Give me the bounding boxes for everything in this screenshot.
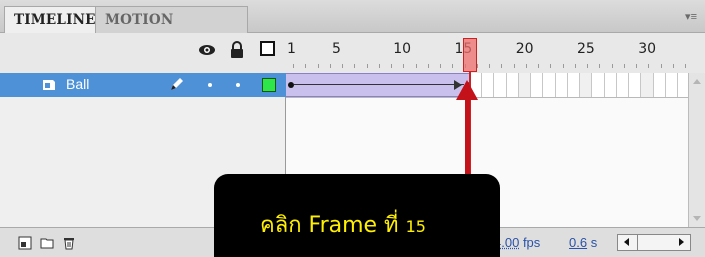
timeline-header: 151015202530 — [0, 33, 705, 73]
motion-tween-span[interactable] — [286, 73, 469, 97]
callout-number: 15 — [405, 217, 426, 236]
outline-icon[interactable] — [260, 41, 275, 56]
instruction-callout: คลิก Frame ที่ 15 — [214, 174, 500, 257]
lock-dot[interactable] — [236, 83, 240, 87]
frame-tick — [329, 64, 331, 68]
callout-arrow-icon — [456, 80, 478, 100]
tab-timeline[interactable]: TIMELINE — [4, 6, 96, 33]
elapsed-time: 0.6 s — [569, 235, 597, 250]
tab-motion-editor[interactable]: MOTION EDITOR — [96, 6, 248, 54]
frame-tick — [587, 64, 588, 68]
callout-label: คลิก Frame ที่ — [260, 213, 399, 238]
frame-cell[interactable] — [517, 73, 530, 97]
frame-tick — [599, 64, 601, 68]
lock-icon[interactable] — [228, 41, 246, 59]
frame-rate[interactable]: 4.00 fps — [494, 235, 540, 250]
frame-number-1: 1 — [287, 41, 296, 57]
frame-cell[interactable] — [579, 73, 592, 97]
frame-tick — [611, 64, 613, 68]
callout-text: คลิก Frame ที่ 15 — [260, 207, 426, 242]
frame-cell[interactable] — [481, 73, 494, 97]
frame-number-10: 10 — [393, 41, 412, 57]
frame-tick — [513, 64, 515, 68]
frame-number-30: 30 — [638, 41, 657, 57]
frame-tick — [574, 64, 576, 68]
frame-tick — [636, 64, 637, 68]
layer-name: Ball — [66, 76, 90, 92]
frame-cell[interactable] — [554, 73, 567, 97]
frame-cell[interactable] — [542, 73, 555, 97]
frame-number-25: 25 — [577, 41, 595, 57]
layer-row-ball[interactable]: Ball — [0, 73, 286, 97]
keyframe-start[interactable] — [288, 82, 294, 88]
eye-icon[interactable] — [198, 41, 216, 59]
frame-tick — [293, 64, 294, 68]
frame-cell[interactable] — [640, 73, 653, 97]
frame-tick — [391, 64, 392, 68]
frame-tick — [660, 64, 662, 68]
frame-cell[interactable] — [628, 73, 641, 97]
pencil-icon — [171, 78, 183, 90]
panel-menu-icon[interactable]: ▾≡ — [685, 10, 697, 23]
frame-tick — [378, 64, 380, 68]
frame-tick — [623, 64, 625, 68]
frame-cell[interactable] — [664, 73, 677, 97]
frame-tick — [452, 64, 454, 68]
scroll-separator — [637, 235, 638, 250]
frame-cell[interactable] — [591, 73, 604, 97]
frame-tick — [538, 64, 539, 68]
frame-cell[interactable] — [603, 73, 616, 97]
scroll-down-icon[interactable] — [693, 216, 701, 221]
new-layer-icon[interactable] — [18, 236, 32, 250]
frame-tick — [366, 64, 368, 68]
frame-cell[interactable] — [505, 73, 518, 97]
frame-tick — [317, 64, 319, 68]
frame-cell[interactable] — [566, 73, 579, 97]
scroll-up-icon[interactable] — [693, 79, 701, 84]
elapsed-time-unit: s — [590, 235, 598, 250]
frame-rate-unit: fps — [522, 235, 541, 250]
tab-bar: TIMELINE MOTION EDITOR ▾≡ — [0, 0, 705, 54]
tween-arrow-line — [294, 84, 464, 85]
frame-tick — [403, 64, 405, 68]
frame-tick — [415, 64, 417, 68]
layer-outline-color[interactable] — [262, 78, 276, 92]
horizontal-scrollbar[interactable] — [617, 234, 691, 251]
row-divider — [286, 97, 688, 98]
vertical-scrollbar[interactable] — [688, 73, 705, 227]
frame-tick — [427, 64, 429, 68]
elapsed-time-value: 0.6 — [569, 235, 588, 250]
frame-tick — [562, 64, 564, 68]
frame-cell[interactable] — [530, 73, 543, 97]
frame-tick — [354, 64, 356, 68]
frame-cell[interactable] — [615, 73, 628, 97]
frame-tick — [685, 64, 686, 68]
frame-number-20: 20 — [515, 41, 534, 57]
layer-icon — [43, 80, 55, 90]
frame-tick — [305, 64, 307, 68]
frame-tick — [672, 64, 674, 68]
scroll-left-icon[interactable] — [624, 238, 629, 246]
visibility-dot[interactable] — [208, 83, 212, 87]
scroll-right-icon[interactable] — [679, 238, 684, 246]
new-folder-icon[interactable] — [40, 236, 54, 250]
callout-arrow-line — [465, 96, 470, 174]
frame-tick — [501, 64, 503, 68]
frame-number-5: 5 — [332, 41, 341, 57]
frame-tick — [550, 64, 552, 68]
frame-cell[interactable] — [493, 73, 506, 97]
frame-cell[interactable] — [652, 73, 665, 97]
frame-ruler[interactable]: 151015202530 — [286, 33, 688, 73]
frame-tick — [489, 64, 490, 68]
frame-tick — [440, 64, 441, 68]
frame-tick — [525, 64, 527, 68]
trash-icon[interactable] — [62, 236, 76, 250]
frame-tick — [648, 64, 650, 68]
playhead[interactable] — [463, 38, 477, 72]
frame-tick — [342, 64, 343, 68]
